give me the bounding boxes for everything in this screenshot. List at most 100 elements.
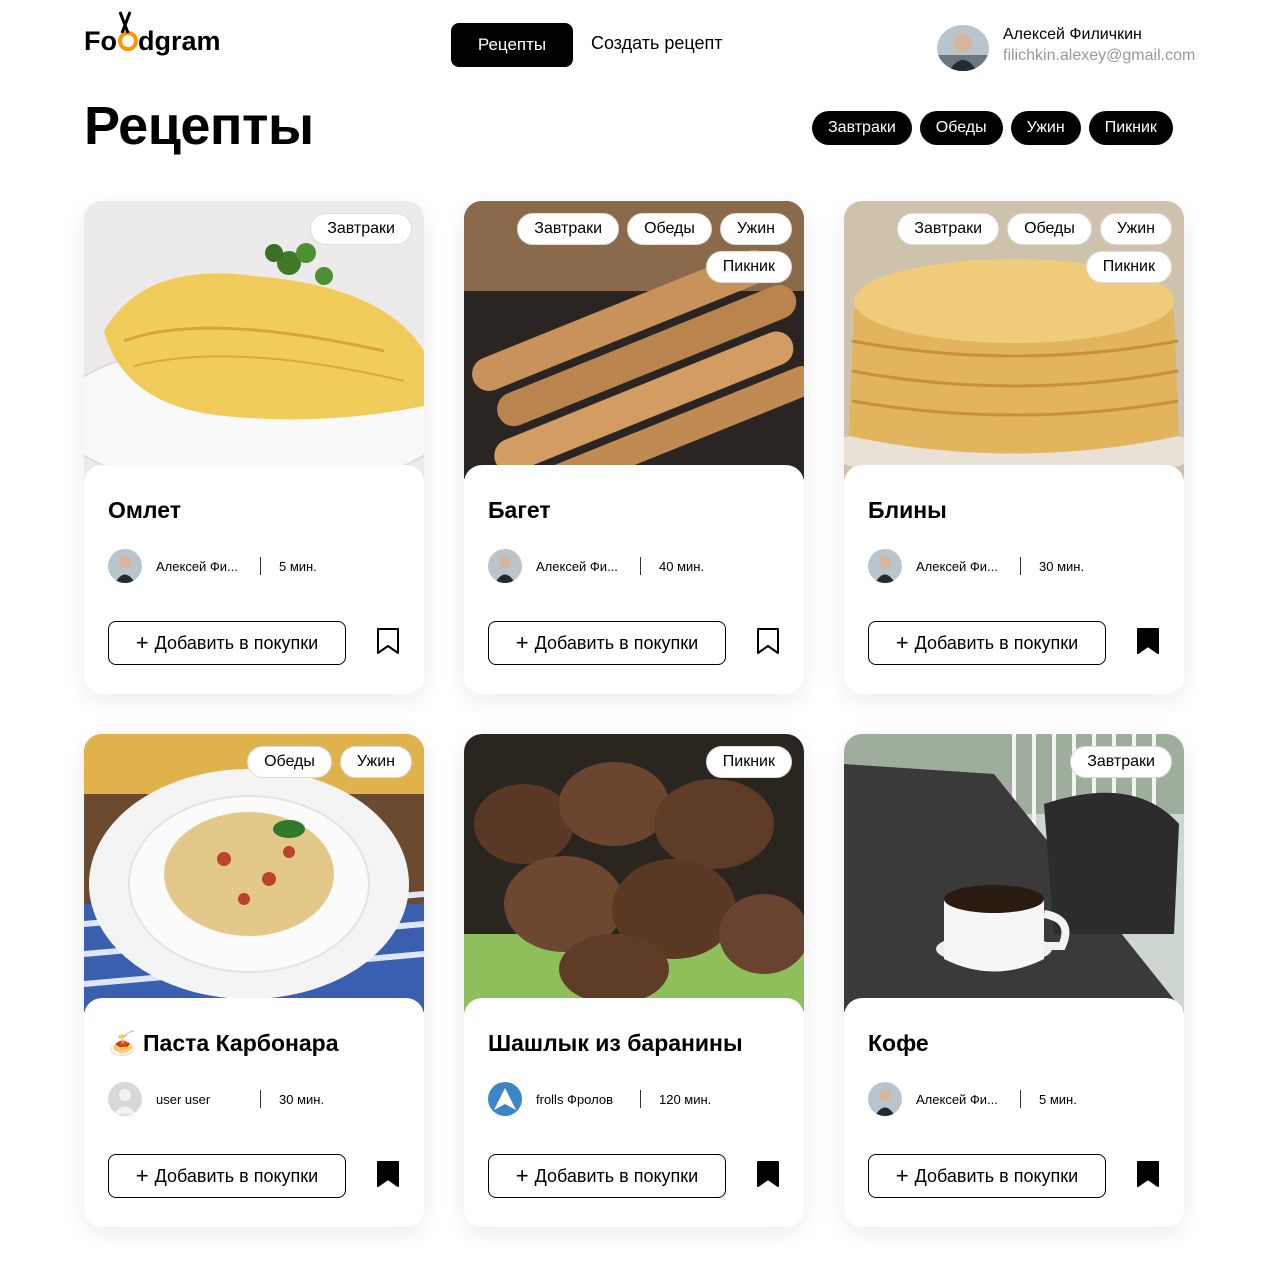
author-name: frolls Фролов bbox=[536, 1091, 613, 1107]
bookmark-icon[interactable] bbox=[376, 627, 400, 655]
plus-icon: + bbox=[135, 1163, 149, 1188]
svg-text:dgram: dgram bbox=[138, 26, 221, 56]
author-avatar bbox=[488, 549, 522, 583]
tag-chip: Ужин bbox=[1099, 213, 1172, 245]
tag-chip: Завтраки bbox=[1070, 746, 1172, 778]
filter-breakfast[interactable]: Завтраки bbox=[812, 111, 912, 145]
user-avatar[interactable] bbox=[937, 25, 989, 71]
author-avatar-placeholder bbox=[108, 1082, 142, 1116]
user-name: Алексей Филичкин bbox=[1003, 26, 1142, 43]
filter-dinner[interactable]: Ужин bbox=[1010, 111, 1081, 145]
recipe-title[interactable]: Кофе bbox=[868, 1030, 929, 1057]
nav-recipes[interactable]: Рецепты bbox=[451, 23, 573, 67]
cook-time: 5 мин. bbox=[1039, 1091, 1077, 1107]
cook-time: 40 мин. bbox=[659, 558, 705, 574]
recipe-tags: Завтраки bbox=[112, 213, 412, 245]
recipe-meta: user user 30 мин. bbox=[108, 1082, 324, 1116]
meta-divider bbox=[260, 557, 261, 575]
bookmark-filled-icon[interactable] bbox=[376, 1160, 400, 1188]
plus-icon: + bbox=[515, 630, 529, 655]
meta-divider bbox=[1020, 1090, 1021, 1108]
author-avatar bbox=[108, 549, 142, 583]
recipe-tags: Пикник bbox=[492, 746, 792, 778]
user-email: filichkin.alexey@gmail.com bbox=[1003, 47, 1196, 64]
add-to-cart-button[interactable]: + Добавить в покупки bbox=[488, 1154, 726, 1198]
recipe-tags: Обеды Ужин bbox=[112, 746, 412, 778]
recipe-card: Завтраки Обеды Ужин Пикник Багет Алексей… bbox=[464, 201, 804, 694]
cook-time: 5 мин. bbox=[279, 558, 317, 574]
recipe-card: Завтраки Обеды Ужин Пикник Блины Алексей… bbox=[844, 201, 1184, 694]
recipe-card: Пикник Шашлык из баранины frolls Фролов … bbox=[464, 734, 804, 1227]
cook-time: 120 мин. bbox=[659, 1091, 712, 1107]
card-body: Багет Алексей Фи... 40 мин. + Добавить в … bbox=[464, 465, 804, 694]
recipe-card: Завтраки Кофе Алексей Фи... 5 мин. + Доба… bbox=[844, 734, 1184, 1227]
add-to-cart-label: Добавить в покупки bbox=[914, 1165, 1079, 1186]
author-name: Алексей Фи... bbox=[156, 558, 238, 574]
recipe-title[interactable]: Шашлык из баранины bbox=[488, 1030, 743, 1057]
add-to-cart-button[interactable]: + Добавить в покупки bbox=[108, 1154, 346, 1198]
bookmark-filled-icon[interactable] bbox=[1136, 627, 1160, 655]
recipe-card: Завтраки Омлет Алексей Фи... 5 мин. + Доб… bbox=[84, 201, 424, 694]
recipe-tags: Завтраки Обеды Ужин Пикник bbox=[492, 213, 792, 283]
tag-chip: Обеды bbox=[1007, 213, 1092, 245]
tag-chip: Завтраки bbox=[310, 213, 412, 245]
tag-chip: Обеды bbox=[627, 213, 712, 245]
tag-chip: Пикник bbox=[705, 251, 792, 283]
filter-lunch[interactable]: Обеды bbox=[919, 111, 1003, 145]
tag-chip: Ужин bbox=[339, 746, 412, 778]
recipe-meta: Алексей Фи... 5 мин. bbox=[108, 549, 317, 583]
add-to-cart-label: Добавить в покупки bbox=[534, 1165, 699, 1186]
tag-chip: Завтраки bbox=[897, 213, 1000, 245]
recipe-tags: Завтраки bbox=[872, 746, 1172, 778]
meta-divider bbox=[640, 1090, 641, 1108]
add-to-cart-button[interactable]: + Добавить в покупки bbox=[108, 621, 346, 665]
plus-icon: + bbox=[135, 630, 149, 655]
meta-divider bbox=[640, 557, 641, 575]
cook-time: 30 мин. bbox=[1039, 558, 1085, 574]
nav-create-recipe[interactable]: Создать рецепт bbox=[591, 33, 723, 54]
author-avatar bbox=[488, 1082, 522, 1116]
cook-time: 30 мин. bbox=[279, 1091, 325, 1107]
author-name: Алексей Фи... bbox=[916, 1091, 998, 1107]
recipe-meta: Алексей Фи... 5 мин. bbox=[868, 1082, 1077, 1116]
add-to-cart-button[interactable]: + Добавить в покупки bbox=[868, 621, 1106, 665]
recipe-tags: Завтраки Обеды Ужин Пикник bbox=[872, 213, 1172, 283]
recipe-title[interactable]: Блины bbox=[868, 497, 947, 524]
card-body: Омлет Алексей Фи... 5 мин. + Добавить в п… bbox=[84, 465, 424, 694]
tag-chip: Обеды bbox=[247, 746, 332, 778]
tag-chip: Завтраки bbox=[517, 213, 620, 245]
card-body: Кофе Алексей Фи... 5 мин. + Добавить в по… bbox=[844, 998, 1184, 1227]
foodgram-logo[interactable]: Fo dgram bbox=[84, 10, 244, 60]
svg-text:Fo: Fo bbox=[84, 26, 117, 56]
add-to-cart-label: Добавить в покупки bbox=[154, 632, 319, 653]
tag-chip: Пикник bbox=[1085, 251, 1172, 283]
card-body: Шашлык из баранины frolls Фролов 120 мин… bbox=[464, 998, 804, 1227]
card-body: Блины Алексей Фи... 30 мин. + Добавить в … bbox=[844, 465, 1184, 694]
bookmark-filled-icon[interactable] bbox=[756, 1160, 780, 1188]
meta-divider bbox=[260, 1090, 261, 1108]
recipe-title[interactable]: Омлет bbox=[108, 497, 181, 524]
filter-picnic[interactable]: Пикник bbox=[1088, 111, 1173, 145]
plus-icon: + bbox=[895, 1163, 909, 1188]
recipe-meta: frolls Фролов 120 мин. bbox=[488, 1082, 711, 1116]
add-to-cart-button[interactable]: + Добавить в покупки bbox=[868, 1154, 1106, 1198]
meta-divider bbox=[1020, 557, 1021, 575]
add-to-cart-label: Добавить в покупки bbox=[914, 632, 1079, 653]
add-to-cart-button[interactable]: + Добавить в покупки bbox=[488, 621, 726, 665]
author-name: Алексей Фи... bbox=[536, 558, 618, 574]
recipe-card: Обеды Ужин 🍝 Паста Карбонара user user 3… bbox=[84, 734, 424, 1227]
tag-chip: Ужин bbox=[719, 213, 792, 245]
tag-filters: Завтраки Обеды Ужин Пикник bbox=[812, 111, 1173, 145]
author-avatar bbox=[868, 1082, 902, 1116]
plus-icon: + bbox=[515, 1163, 529, 1188]
bookmark-icon[interactable] bbox=[756, 627, 780, 655]
plus-icon: + bbox=[895, 630, 909, 655]
bookmark-filled-icon[interactable] bbox=[1136, 1160, 1160, 1188]
recipe-meta: Алексей Фи... 30 мин. bbox=[868, 549, 1084, 583]
card-body: 🍝 Паста Карбонара user user 30 мин. + Доб… bbox=[84, 998, 424, 1227]
recipe-meta: Алексей Фи... 40 мин. bbox=[488, 549, 704, 583]
recipe-title[interactable]: 🍝 Паста Карбонара bbox=[108, 1030, 339, 1057]
author-name: user user bbox=[156, 1091, 211, 1107]
recipe-title[interactable]: Багет bbox=[488, 497, 551, 524]
page-title: Рецепты bbox=[84, 96, 314, 156]
